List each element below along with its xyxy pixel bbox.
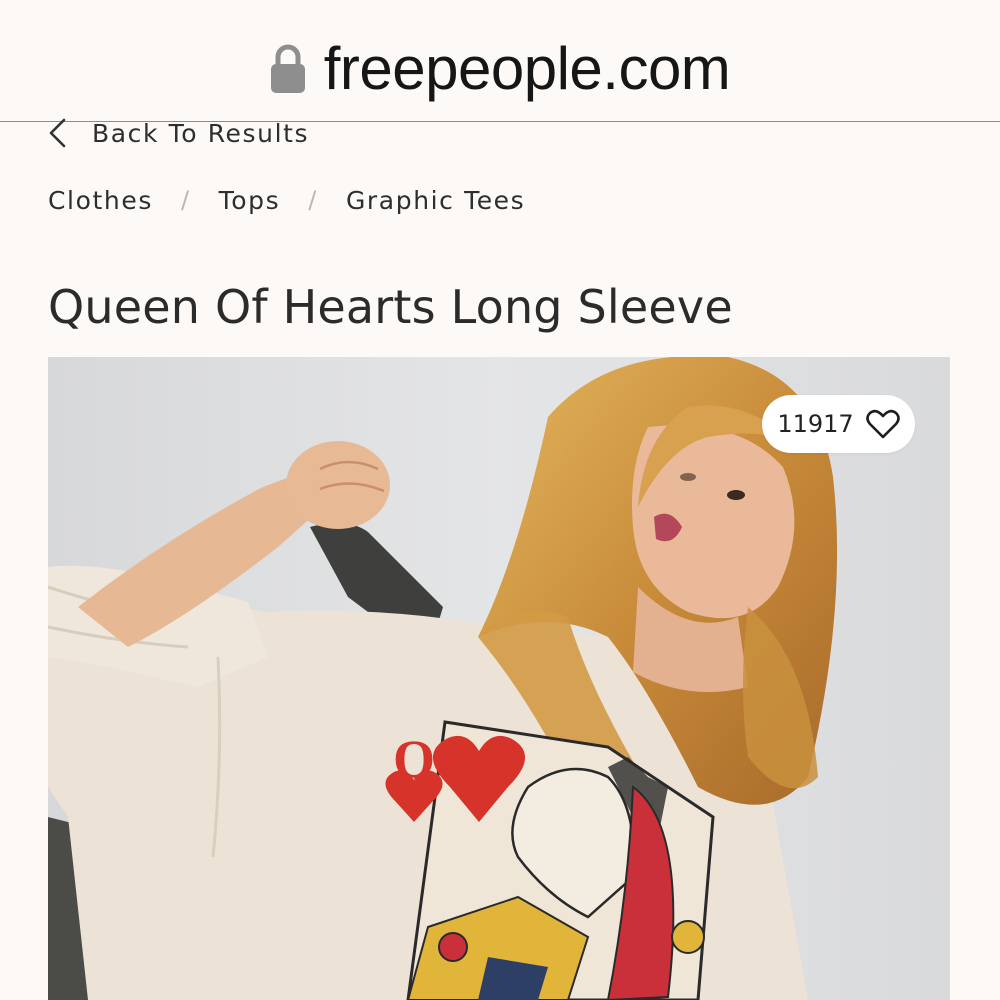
favorite-count: 11917 <box>777 410 854 438</box>
product-image[interactable]: Q <box>48 357 950 1000</box>
breadcrumb-tops[interactable]: Tops <box>219 186 281 215</box>
breadcrumb: Clothes / Tops / Graphic Tees <box>48 180 525 220</box>
breadcrumb-clothes[interactable]: Clothes <box>48 186 153 215</box>
breadcrumb-graphic-tees[interactable]: Graphic Tees <box>346 186 525 215</box>
back-to-results-link[interactable]: Back To Results <box>46 113 309 153</box>
url-text: freepeople.com <box>323 34 731 102</box>
back-label: Back To Results <box>92 118 310 148</box>
lock-icon <box>270 44 305 93</box>
product-title: Queen Of Hearts Long Sleeve <box>48 280 733 334</box>
browser-url-bar[interactable]: freepeople.com <box>0 0 1000 122</box>
url-display[interactable]: freepeople.com <box>0 30 1000 106</box>
favorite-button[interactable]: 11917 <box>762 395 915 453</box>
heart-outline-icon <box>865 409 900 439</box>
breadcrumb-separator: / <box>308 186 318 214</box>
chevron-left-icon <box>49 118 66 148</box>
product-photo: Q <box>48 357 950 1000</box>
breadcrumb-separator: / <box>180 186 191 214</box>
